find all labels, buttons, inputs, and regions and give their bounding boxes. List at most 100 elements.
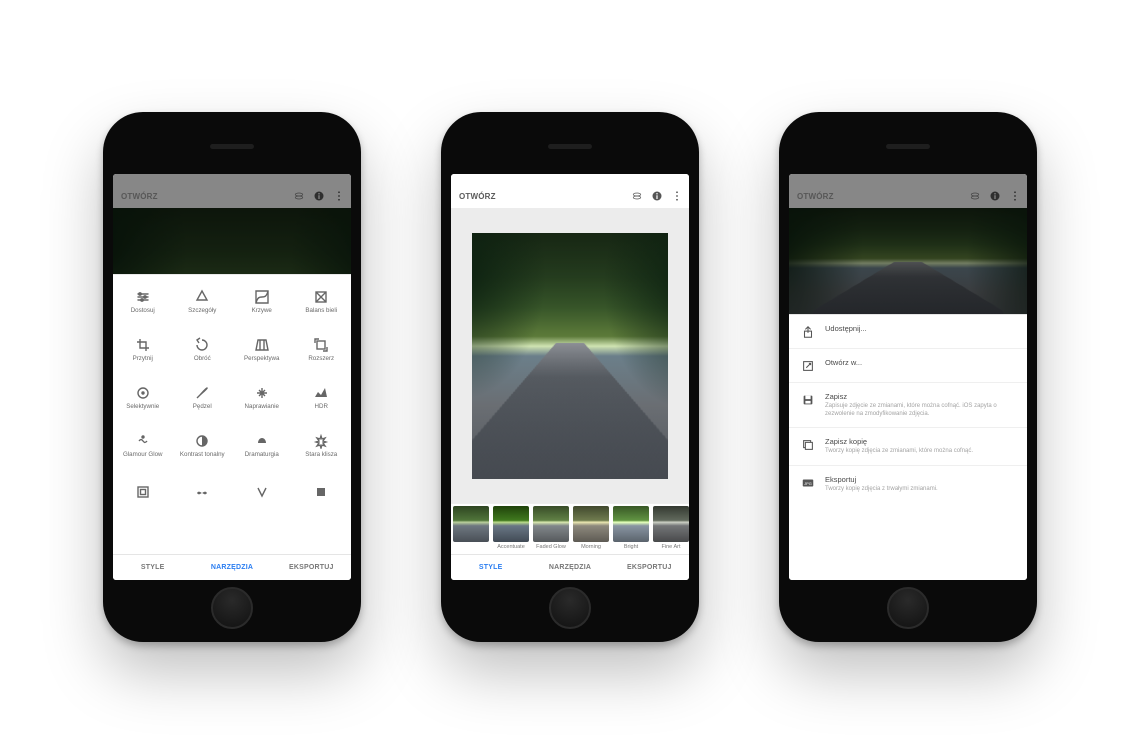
style-thumb <box>453 506 489 542</box>
export-title: Zapisz <box>825 392 1015 401</box>
tool-drama[interactable]: Dramaturgia <box>232 421 292 469</box>
tool-label: Pędzel <box>193 404 212 411</box>
styles-strip[interactable]: Accentuate Faded Glow Morning BrightFine Ar… <box>451 503 689 554</box>
screen-styles: OTWÓRZ Accentuate Faded Glow Morning Bright… <box>451 174 689 580</box>
style-faded-glow[interactable]: Faded Glow <box>531 504 571 554</box>
open-title[interactable]: OTWÓRZ <box>797 192 834 201</box>
tab-tools[interactable]: NARZĘDZIA <box>530 555 609 580</box>
bottom-tabbar: STYLE NARZĘDZIA EKSPORTUJ <box>113 554 351 580</box>
tool-crop[interactable]: Przytnij <box>113 325 173 373</box>
drama-icon <box>253 432 271 450</box>
vintage-icon <box>312 432 330 450</box>
export-subtitle: Zapisuje zdjęcie ze zmianami, które możn… <box>825 403 1015 418</box>
tool-glamour[interactable]: Glamour Glow <box>113 421 173 469</box>
square-icon <box>312 483 330 501</box>
tool-white-balance[interactable]: Balans bieli <box>292 277 352 325</box>
sliders-icon <box>134 288 152 306</box>
tool-hdr[interactable]: HDR <box>292 373 352 421</box>
more-icon[interactable] <box>671 190 683 202</box>
frame-icon <box>134 483 152 501</box>
open-title[interactable]: OTWÓRZ <box>459 192 496 201</box>
openin-icon <box>801 359 815 373</box>
tool-details[interactable]: Szczegóły <box>173 277 233 325</box>
tool-label: HDR <box>315 404 328 411</box>
tool-label: Perspektywa <box>244 356 279 363</box>
info-icon[interactable] <box>313 190 325 202</box>
tool-vintage[interactable]: Stara klisza <box>292 421 352 469</box>
copy-icon <box>801 438 815 452</box>
export-jpg[interactable]: EksportujTworzy kopię zdjęcia z trwałymi… <box>789 466 1027 503</box>
screen-export: OTWÓRZ Udostępnij...Otwórz w...ZapiszZap… <box>789 174 1027 580</box>
tool-curves[interactable]: Krzywe <box>232 277 292 325</box>
info-icon[interactable] <box>651 190 663 202</box>
tool-label: Stara klisza <box>305 452 337 459</box>
style-bright[interactable]: Bright <box>611 504 651 554</box>
style-thumb <box>613 506 649 542</box>
photo-preview <box>789 208 1027 328</box>
style-morning[interactable]: Morning <box>571 504 611 554</box>
tool-label: Kontrast tonalny <box>180 452 225 459</box>
share-icon <box>801 325 815 339</box>
style-original[interactable] <box>451 504 491 554</box>
layers-icon[interactable] <box>631 190 643 202</box>
app-header: OTWÓRZ <box>451 174 689 208</box>
perspective-icon <box>253 336 271 354</box>
crop-icon <box>134 336 152 354</box>
photo-canvas <box>451 208 689 503</box>
healing-icon <box>253 384 271 402</box>
tab-export[interactable]: EKSPORTUJ <box>272 555 351 580</box>
tool-label: Glamour Glow <box>123 452 163 459</box>
style-label: Morning <box>581 544 601 550</box>
export-save[interactable]: Zapisz Zapisuje zdjęcie ze zmianami, któr… <box>789 383 1027 428</box>
export-title: Otwórz w... <box>825 358 1015 367</box>
tab-style[interactable]: STYLE <box>113 555 192 580</box>
export-share[interactable]: Udostępnij... <box>789 315 1027 349</box>
tool-perspective[interactable]: Perspektywa <box>232 325 292 373</box>
tool-tonal[interactable]: Kontrast tonalny <box>173 421 233 469</box>
tool-selective[interactable]: Selektywnie <box>113 373 173 421</box>
tools-panel: Dostosuj SzczegółyKrzyweBalans bieli Przyt… <box>113 274 351 554</box>
layers-icon[interactable] <box>969 190 981 202</box>
app-header: OTWÓRZ <box>789 174 1027 208</box>
glamour-icon <box>134 432 152 450</box>
more-icon[interactable] <box>333 190 345 202</box>
tool-label: Dostosuj <box>131 308 155 315</box>
white-balance-icon <box>312 288 330 306</box>
selective-icon <box>134 384 152 402</box>
export-subtitle: Tworzy kopię zdjęcia ze zmianami, które … <box>825 448 1015 456</box>
tool-sliders[interactable]: Dostosuj <box>113 277 173 325</box>
style-fine-art[interactable]: Fine Art <box>651 504 689 554</box>
tool-frame[interactable] <box>113 469 173 517</box>
photo-preview[interactable] <box>472 233 668 479</box>
tool-healing[interactable]: Naprawianie <box>232 373 292 421</box>
tool-label: Naprawianie <box>245 404 279 411</box>
rotate-icon <box>193 336 211 354</box>
info-icon[interactable] <box>989 190 1001 202</box>
tool-rotate[interactable]: Obróć <box>173 325 233 373</box>
style-thumb <box>533 506 569 542</box>
style-label: Faded Glow <box>536 544 566 550</box>
tool-mustache[interactable] <box>173 469 233 517</box>
v-icon <box>253 483 271 501</box>
bottom-tabbar: STYLE NARZĘDZIA EKSPORTUJ <box>451 554 689 580</box>
export-copy[interactable]: Zapisz kopięTworzy kopię zdjęcia ze zmia… <box>789 428 1027 466</box>
curves-icon <box>253 288 271 306</box>
tool-v[interactable] <box>232 469 292 517</box>
tool-label: Przytnij <box>133 356 153 363</box>
phone-frame-3: OTWÓRZ Udostępnij...Otwórz w...ZapiszZap… <box>779 112 1037 642</box>
tab-tools[interactable]: NARZĘDZIA <box>192 555 271 580</box>
open-title[interactable]: OTWÓRZ <box>121 192 158 201</box>
tool-brush[interactable]: Pędzel <box>173 373 233 421</box>
tonal-icon <box>193 432 211 450</box>
export-openin[interactable]: Otwórz w... <box>789 349 1027 383</box>
tab-style[interactable]: STYLE <box>451 555 530 580</box>
tool-label: Selektywnie <box>126 404 159 411</box>
layers-icon[interactable] <box>293 190 305 202</box>
export-sheet: Udostępnij... Otwórz w... Zapisz Zapisuje z… <box>789 314 1027 580</box>
tool-expand[interactable]: Rozszerz <box>292 325 352 373</box>
save-icon <box>801 393 815 407</box>
tool-square[interactable] <box>292 469 352 517</box>
style-accentuate[interactable]: Accentuate <box>491 504 531 554</box>
more-icon[interactable] <box>1009 190 1021 202</box>
tab-export[interactable]: EKSPORTUJ <box>610 555 689 580</box>
